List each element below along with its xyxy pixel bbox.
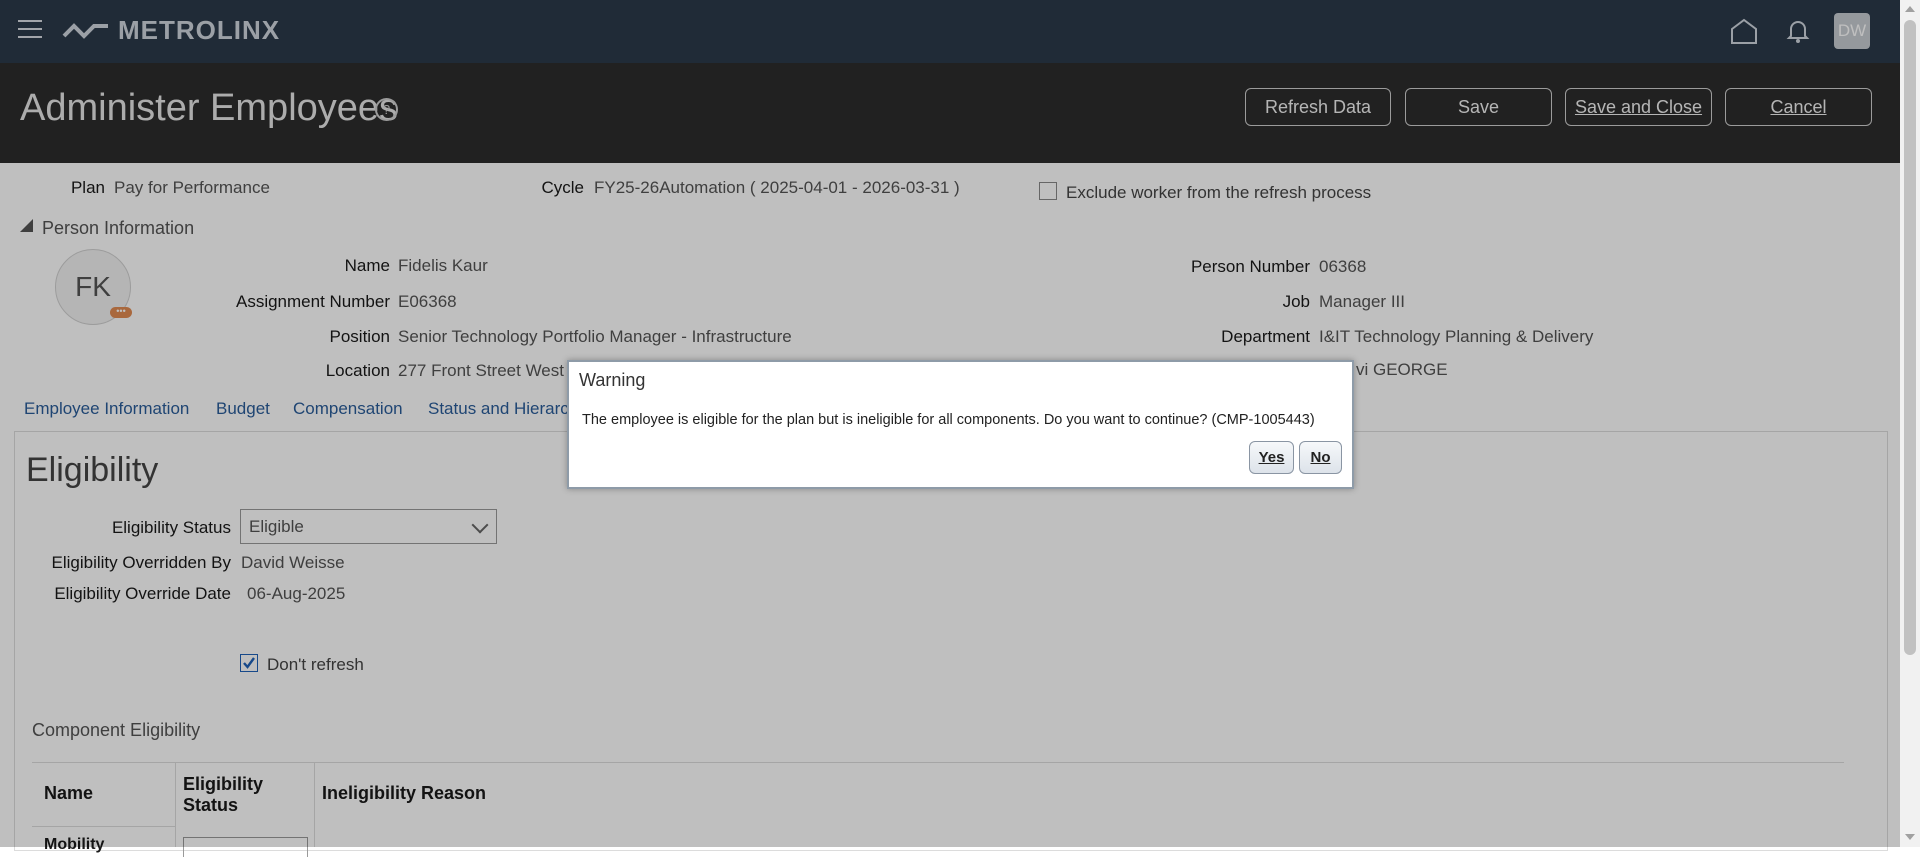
scroll-down-arrow-icon[interactable] [1905, 834, 1915, 840]
vertical-scrollbar[interactable] [1900, 0, 1920, 847]
no-button[interactable]: No [1299, 441, 1342, 474]
scroll-up-arrow-icon[interactable] [1905, 6, 1915, 12]
warning-dialog: Warning The employee is eligible for the… [567, 360, 1354, 489]
dialog-message: The employee is eligible for the plan bu… [582, 412, 1315, 428]
scrollbar-thumb[interactable] [1904, 20, 1916, 655]
yes-button[interactable]: Yes [1249, 441, 1294, 474]
dialog-title: Warning [579, 370, 646, 390]
